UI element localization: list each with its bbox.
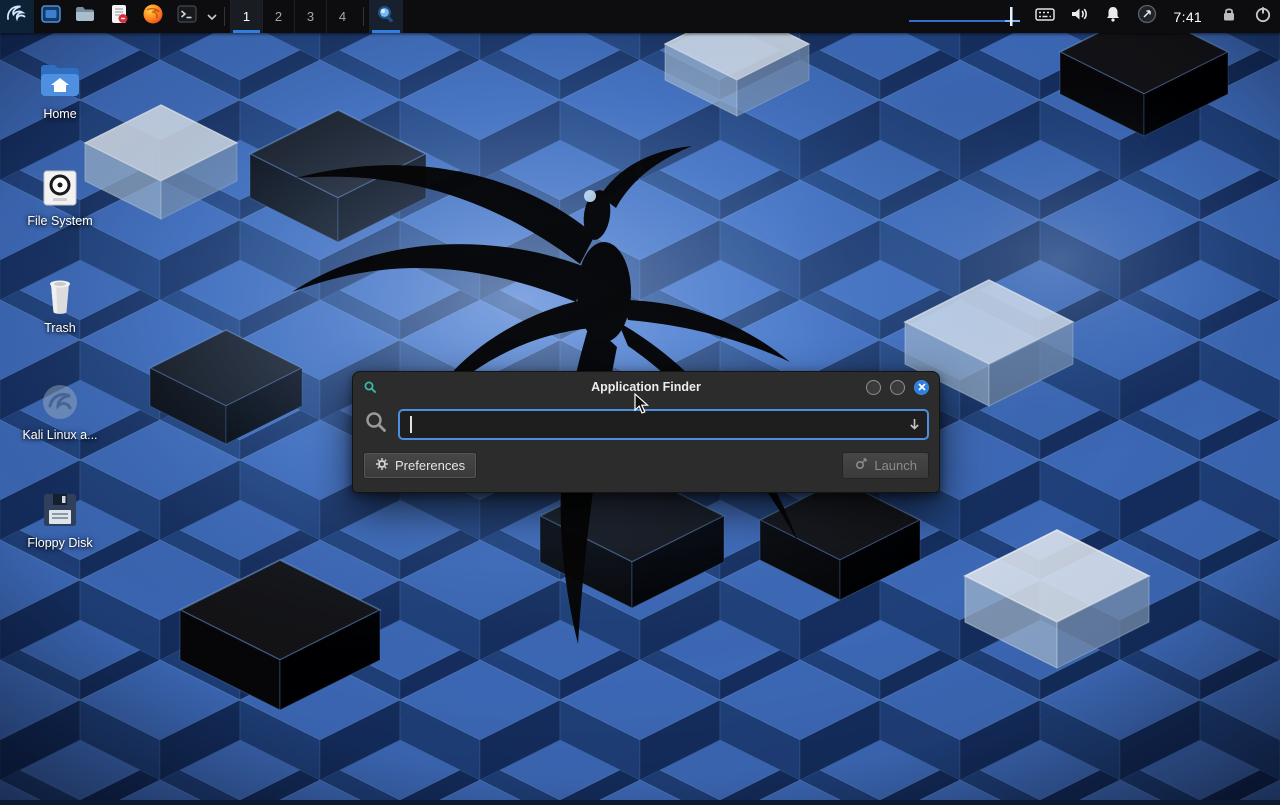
text-editor-icon	[108, 3, 130, 30]
search-icon	[363, 409, 389, 440]
terminal-icon	[176, 3, 198, 30]
desktop-icon-label: Trash	[10, 321, 110, 335]
desktop-icon-label: Kali Linux a...	[10, 428, 110, 442]
network-graph-widget[interactable]	[906, 0, 1028, 33]
minimize-button[interactable]	[866, 380, 881, 395]
workspace-button-3[interactable]: 3	[294, 0, 326, 33]
desktop-icon-file-system[interactable]: File System	[10, 165, 110, 228]
status-tray-button[interactable]	[1130, 3, 1164, 30]
close-button[interactable]	[914, 380, 929, 395]
files-app-icon	[40, 3, 62, 30]
workspace-label: 1	[243, 9, 250, 24]
file-system-drive-icon	[10, 165, 110, 211]
files-app-button[interactable]	[34, 0, 68, 33]
desktop-icon-trash[interactable]: Trash	[10, 272, 110, 335]
application-finder-taskbar-button[interactable]	[369, 0, 403, 33]
file-manager-icon	[74, 3, 96, 30]
firefox-button[interactable]	[136, 0, 170, 33]
notifications-button[interactable]	[1096, 3, 1130, 30]
chevron-down-icon	[207, 8, 217, 26]
launch-button[interactable]: Launch	[842, 452, 929, 479]
floppy-disk-icon	[10, 487, 110, 533]
launch-label: Launch	[874, 458, 917, 473]
top-panel: 1 2 3 4	[0, 0, 1280, 33]
desktop-icon-label: File System	[10, 214, 110, 228]
launch-icon	[854, 457, 868, 474]
workspace-label: 2	[275, 9, 282, 24]
panel-separator	[224, 7, 225, 26]
finder-magnifier-icon	[363, 380, 378, 395]
maximize-button[interactable]	[890, 380, 905, 395]
kali-volume-icon	[10, 379, 110, 425]
clock[interactable]: 7:41	[1164, 9, 1212, 25]
file-manager-button[interactable]	[68, 0, 102, 33]
notifications-bell-icon	[1102, 3, 1124, 30]
keyboard-icon	[1034, 3, 1056, 30]
panel-separator	[363, 7, 364, 26]
desktop-icon-kali-volume[interactable]: Kali Linux a...	[10, 379, 110, 442]
gear-icon	[375, 457, 389, 474]
dropdown-arrow-icon[interactable]	[908, 417, 921, 432]
home-folder-icon	[10, 58, 110, 104]
firefox-icon	[142, 3, 164, 30]
desktop-icon-label: Floppy Disk	[10, 536, 110, 550]
application-finder-icon	[375, 3, 397, 30]
preferences-button[interactable]: Preferences	[363, 452, 477, 479]
workspace-label: 4	[339, 9, 346, 24]
workspace-button-4[interactable]: 4	[326, 0, 358, 33]
status-arrow-icon	[1136, 3, 1158, 30]
window-titlebar[interactable]: Application Finder	[353, 372, 939, 402]
desktop-icon-floppy-disk[interactable]: Floppy Disk	[10, 487, 110, 550]
kali-menu-icon	[5, 2, 29, 31]
lock-icon	[1219, 4, 1239, 29]
terminal-dropdown-button[interactable]	[204, 0, 219, 33]
application-finder-window: Application Finder	[352, 371, 940, 493]
trash-icon	[10, 272, 110, 318]
workspace-label: 3	[307, 9, 314, 24]
kali-menu-button[interactable]	[0, 0, 34, 33]
workspace-button-2[interactable]: 2	[262, 0, 294, 33]
desktop-icon-home[interactable]: Home	[10, 58, 110, 121]
workspace-button-1[interactable]: 1	[230, 0, 262, 33]
text-editor-button[interactable]	[102, 0, 136, 33]
close-icon	[918, 378, 926, 396]
window-title: Application Finder	[353, 380, 939, 394]
preferences-label: Preferences	[395, 458, 465, 473]
lock-screen-button[interactable]	[1212, 4, 1246, 29]
logout-button[interactable]	[1246, 4, 1280, 29]
text-caret	[410, 416, 412, 433]
volume-control[interactable]	[1062, 3, 1096, 30]
search-input[interactable]	[398, 409, 929, 440]
terminal-button[interactable]	[170, 0, 204, 33]
volume-icon	[1068, 3, 1090, 30]
power-icon	[1253, 4, 1273, 29]
keyboard-indicator[interactable]	[1028, 3, 1062, 30]
desktop-icon-label: Home	[10, 107, 110, 121]
